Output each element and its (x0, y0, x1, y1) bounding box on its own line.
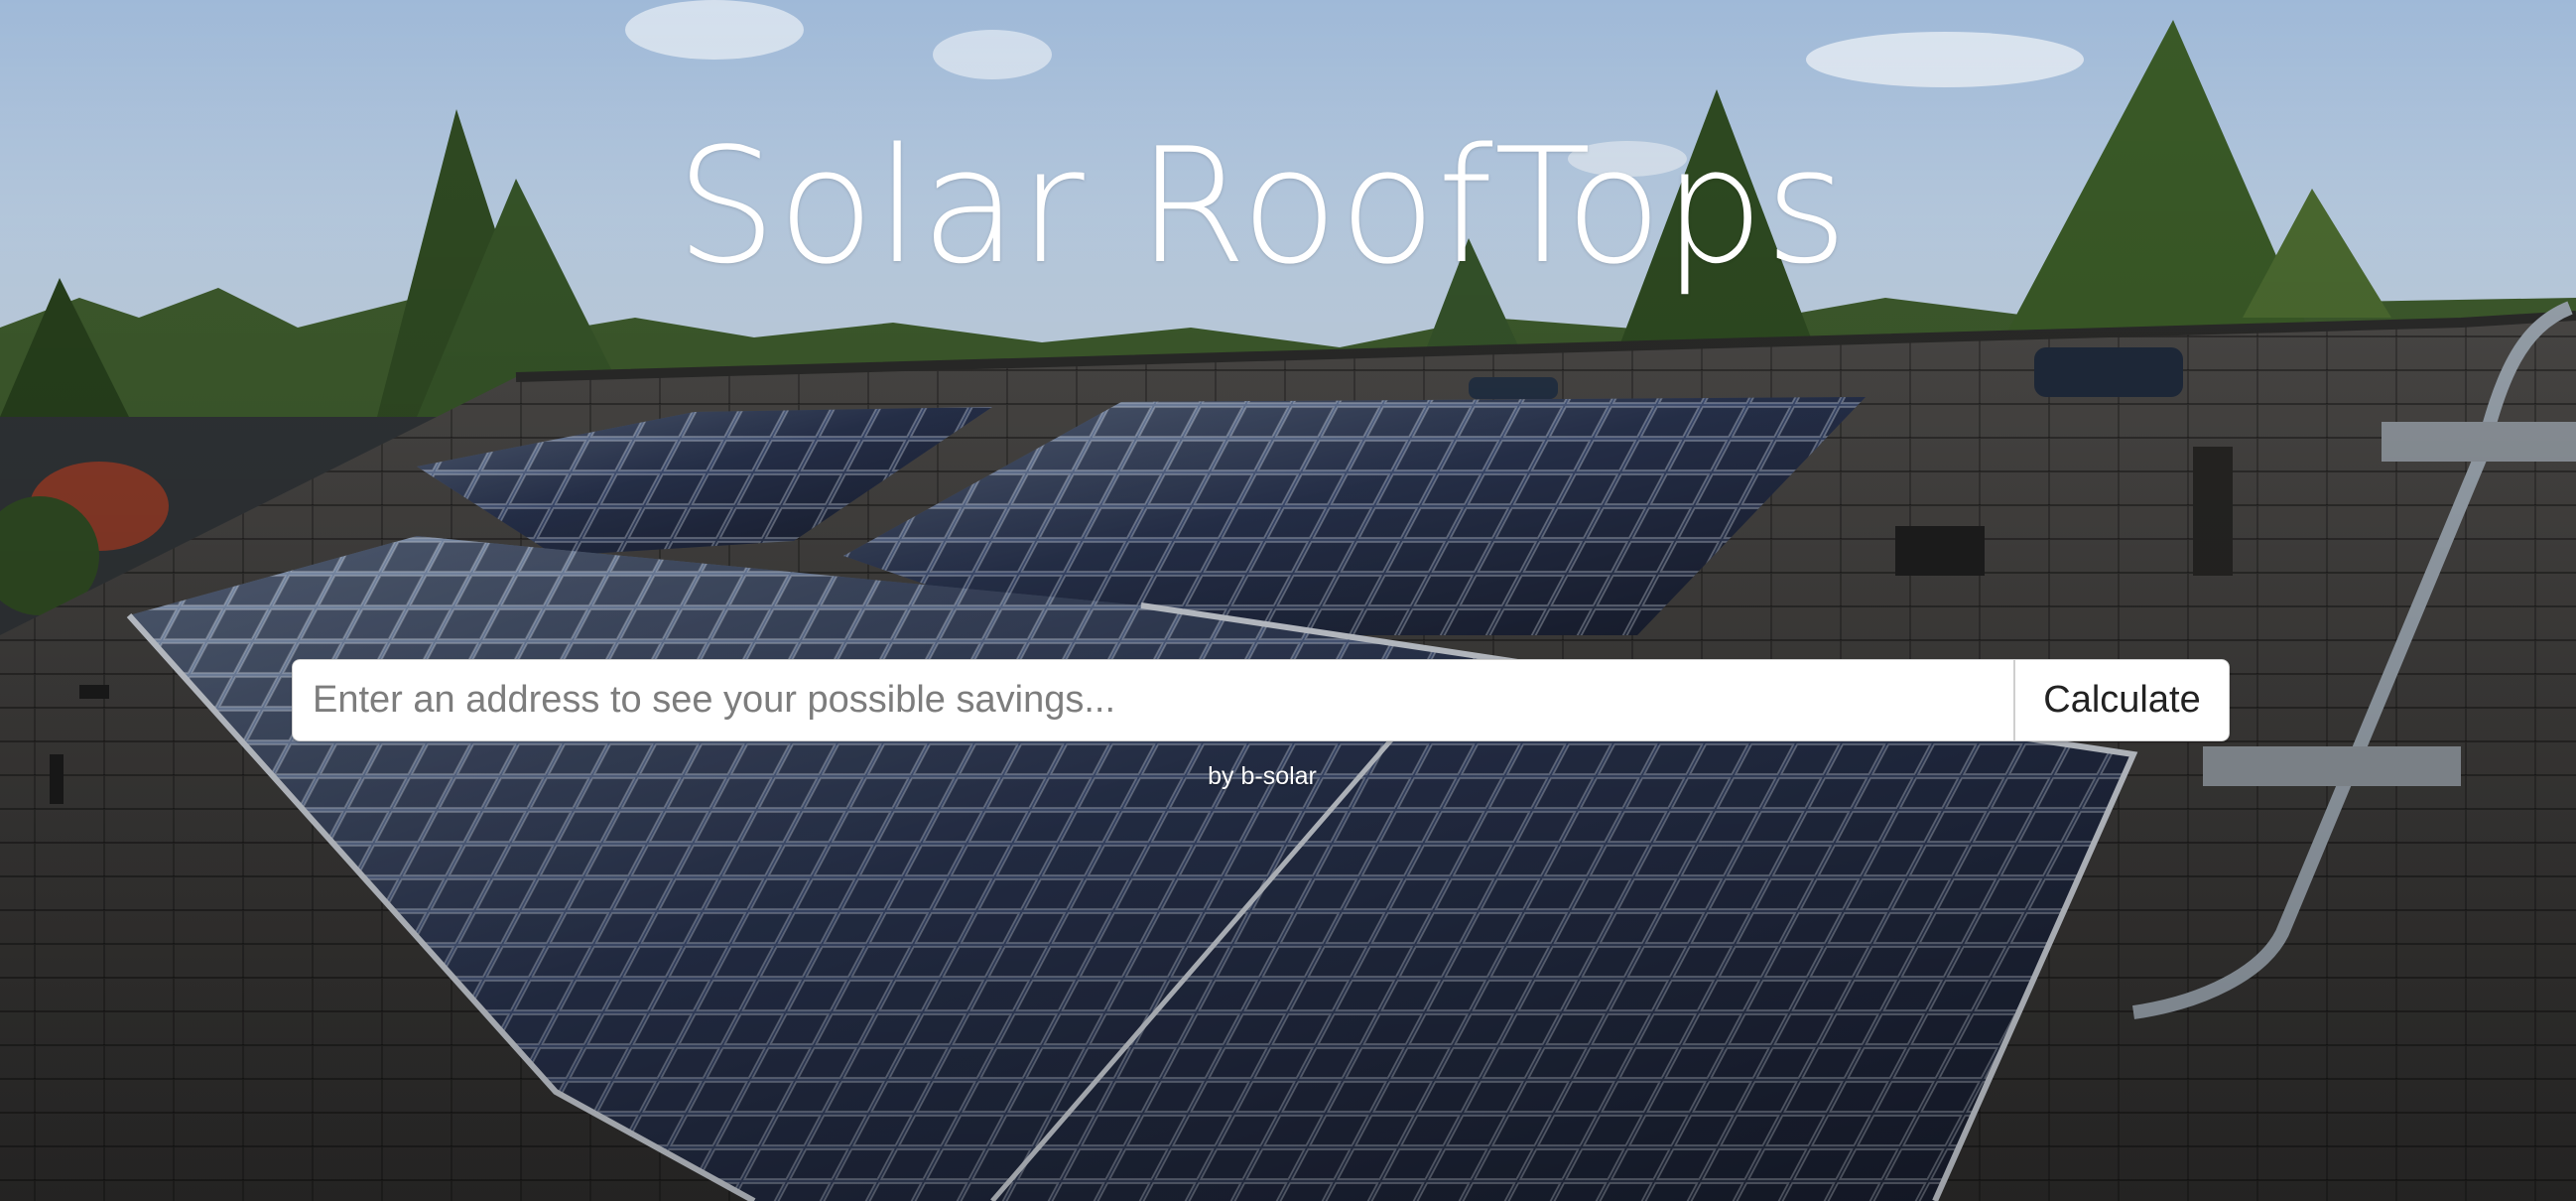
address-search-form: Calculate (292, 659, 2230, 741)
byline: by b-solar (1208, 762, 1317, 790)
calculate-button[interactable]: Calculate (2013, 659, 2230, 741)
address-input[interactable] (292, 659, 2013, 741)
page-title: Solar RoofTops (675, 113, 1850, 299)
hero-section: Solar RoofTops Calculate by b-solar (0, 0, 2576, 1201)
